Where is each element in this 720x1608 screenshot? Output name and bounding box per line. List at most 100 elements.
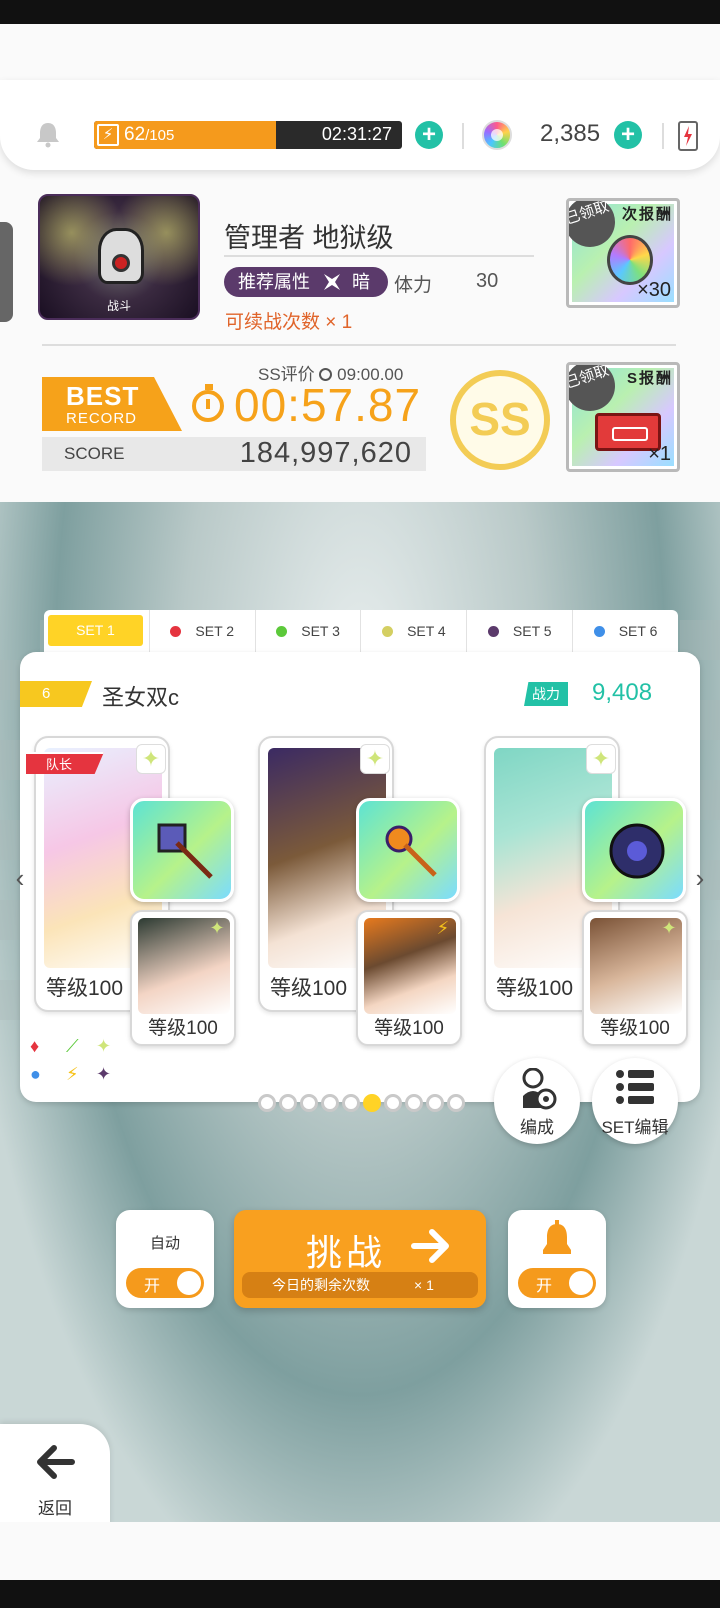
pager-dot[interactable]	[384, 1094, 402, 1112]
pager-dot[interactable]	[405, 1094, 423, 1112]
status-bar	[0, 0, 720, 24]
dark-attribute-icon	[324, 274, 341, 290]
set-color-dot	[487, 626, 499, 637]
score-value: 184,997,620	[239, 437, 412, 469]
rank-emblem: SS	[450, 370, 550, 470]
star-icon: ✦	[586, 744, 616, 774]
back-label: 返回	[38, 1499, 72, 1518]
arrow-left-icon	[37, 1445, 75, 1479]
score-label: SCORE	[64, 444, 125, 463]
weapon-card-1[interactable]	[130, 798, 234, 902]
reward-qty: ×30	[637, 279, 671, 301]
support-card-1[interactable]: ✦ 等级100	[130, 910, 236, 1046]
notify-toggle[interactable]: 开	[518, 1268, 596, 1298]
wind-element-icon: ⟋	[66, 1036, 79, 1056]
weapon-card-2[interactable]	[356, 798, 460, 902]
challenge-button[interactable]: 挑战 今日的剩余次数 × 1	[234, 1210, 486, 1308]
bell-icon	[543, 1220, 571, 1254]
support-card-2[interactable]: ⚡ 等级100	[356, 910, 462, 1046]
stamina-value: 62/105	[124, 124, 174, 146]
side-drawer-handle[interactable]	[0, 222, 13, 322]
star-icon: ✦	[209, 918, 225, 938]
element-affinity-chart: ♦ ⟋ ✦ ● ⚡ ✦	[30, 1036, 120, 1092]
recommended-attr-value: 暗	[352, 272, 371, 292]
character-level: 等级100	[270, 977, 348, 1000]
lightning-icon: ⚡	[97, 124, 119, 146]
remaining-value: × 1	[414, 1277, 434, 1293]
notify-toggle-box: 开	[508, 1210, 606, 1308]
pager-dot[interactable]	[279, 1094, 297, 1112]
pager-dot[interactable]	[426, 1094, 444, 1112]
gear-person-icon	[522, 1068, 557, 1110]
bell-icon[interactable]	[34, 120, 62, 148]
thunder-element-icon: ⚡	[66, 1064, 79, 1084]
back-button[interactable]: 返回	[0, 1424, 110, 1534]
set-edit-button[interactable]: SET编辑	[592, 1058, 678, 1144]
pager-dot[interactable]	[363, 1094, 381, 1112]
recommended-attribute-pill: 推荐属性 暗	[224, 267, 388, 297]
tab-set-5[interactable]: SET 5	[467, 610, 574, 652]
water-element-icon: ●	[30, 1064, 41, 1084]
formation-label: 编成	[520, 1118, 554, 1137]
divider	[42, 344, 676, 346]
reward-qty: ×1	[648, 443, 671, 465]
tab-label: SET 1	[48, 615, 143, 646]
set-edit-label: SET编辑	[601, 1118, 669, 1137]
pager-dot[interactable]	[258, 1094, 276, 1112]
pager-dot[interactable]	[321, 1094, 339, 1112]
support-level: 等级100	[600, 1018, 670, 1039]
reward-title: S报酬	[626, 370, 673, 387]
divider	[662, 123, 664, 149]
add-gems-plus-icon[interactable]: +	[614, 121, 642, 149]
light-element-icon: ✦	[96, 1036, 112, 1056]
dark-element-icon: ✦	[96, 1064, 112, 1084]
tab-set-6[interactable]: SET 6	[573, 610, 678, 652]
stamina-fill	[94, 121, 276, 149]
tab-set-1[interactable]: SET 1	[44, 610, 150, 652]
nav-bar	[0, 1580, 720, 1608]
add-stamina-plus-icon[interactable]: +	[415, 121, 443, 149]
support-level: 等级100	[374, 1018, 444, 1039]
auto-label: 自动	[149, 1235, 180, 1252]
team-name[interactable]: 圣女双c	[102, 680, 179, 712]
leader-tag: 队长	[26, 752, 104, 774]
toggle-knob	[177, 1271, 201, 1295]
tab-set-4[interactable]: SET 4	[361, 610, 468, 652]
tab-label: SET 2	[195, 623, 235, 639]
stopwatch-icon	[192, 384, 224, 422]
remaining-label: 今日的剩余次数	[272, 1277, 370, 1293]
best-time: 00:57.87	[234, 379, 422, 431]
tab-set-3[interactable]: SET 3	[256, 610, 362, 652]
chevron-right-icon[interactable]: ›	[690, 864, 710, 892]
rank-reward-card[interactable]: S报酬 已领取 ×1	[566, 362, 680, 472]
lightning-icon: ⚡	[436, 918, 450, 938]
set-pager	[258, 1094, 465, 1112]
toggle-state: 开	[144, 1278, 161, 1295]
recommended-attr-label: 推荐属性	[238, 272, 310, 292]
first-clear-reward-card[interactable]: 次报酬 已领取 ×30	[566, 198, 680, 308]
tab-label: SET 6	[618, 623, 658, 639]
battery-icon[interactable]	[678, 121, 698, 151]
rainbow-orb-icon	[607, 235, 653, 285]
set-color-dot	[170, 626, 182, 637]
weapon-card-3[interactable]	[582, 798, 686, 902]
list-icon	[616, 1070, 654, 1104]
toggle-state: 开	[536, 1278, 553, 1295]
set-color-dot	[276, 626, 288, 637]
tab-set-2[interactable]: SET 2	[150, 610, 256, 652]
chevron-left-icon[interactable]: ‹	[10, 864, 30, 892]
pager-dot[interactable]	[447, 1094, 465, 1112]
support-card-3[interactable]: ✦ 等级100	[582, 910, 688, 1046]
auto-toggle[interactable]: 开	[126, 1268, 204, 1298]
star-icon: ✦	[360, 744, 390, 774]
divider	[462, 123, 464, 149]
scepter-weapon-icon	[385, 825, 437, 877]
pager-dot[interactable]	[342, 1094, 360, 1112]
score-row: SCORE 184,997,620	[42, 437, 426, 471]
formation-button[interactable]: 编成	[494, 1058, 580, 1144]
star-icon: ✦	[661, 918, 677, 938]
stamina-timer: 02:31:27	[321, 124, 392, 144]
stamina-bar: ⚡ 62/105 02:31:27	[94, 121, 402, 149]
arrow-right-icon	[411, 1229, 449, 1263]
pager-dot[interactable]	[300, 1094, 318, 1112]
